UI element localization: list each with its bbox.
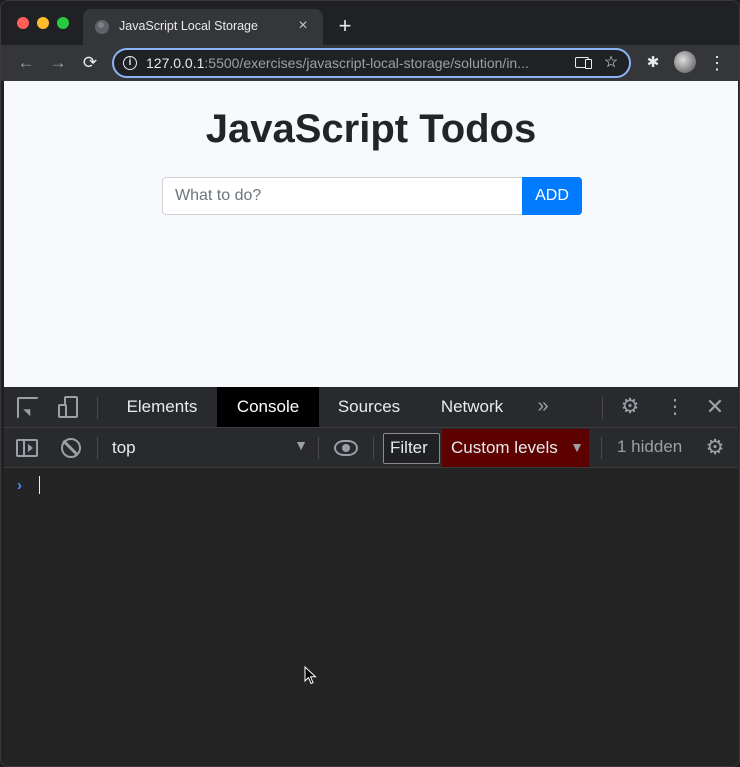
tab-network[interactable]: Network [423,387,521,427]
context-value: top [112,438,136,457]
divider [97,437,98,459]
tab-sources[interactable]: Sources [321,387,417,427]
console-toolbar: top ▼ Filter Custom levels ▼ 1 hidden ⚙ [4,428,738,468]
reload-button[interactable]: ⟳ [78,51,102,75]
tab-close-icon[interactable]: × [293,16,313,36]
device-cast-icon[interactable] [575,57,592,69]
clear-console-icon[interactable] [61,438,81,458]
device-toolbar-icon[interactable] [58,396,80,420]
url-text[interactable]: 127.0.0.1:5500/exercises/javascript-loca… [146,55,561,71]
url-path: :5500/exercises/javascript-local-storage… [204,55,529,71]
tab-title: JavaScript Local Storage [119,19,258,33]
forward-button[interactable]: → [46,51,70,75]
browser-menu-icon[interactable]: ⋮ [707,52,727,74]
web-page: JavaScript Todos ADD [4,81,738,387]
divider [373,437,374,459]
divider [602,397,603,419]
bookmark-star-icon[interactable]: ☆ [602,53,620,73]
more-tabs-chevron-icon[interactable]: » [532,395,554,419]
site-info-icon[interactable]: i [123,56,137,70]
devtools-tab-bar: Elements Console Sources Network » ⚙ ⋮ ✕ [4,387,738,428]
dropdown-arrow-icon: ▼ [570,439,584,455]
todo-input[interactable] [162,177,523,215]
back-button[interactable]: ← [14,51,38,75]
show-sidebar-icon[interactable] [16,439,38,457]
log-levels-dropdown[interactable]: Custom levels ▼ [442,429,589,467]
profile-avatar[interactable] [674,51,696,73]
browser-window: JavaScript Local Storage × + ← → ⟳ i 127… [0,0,740,767]
devtools-panel: Elements Console Sources Network » ⚙ ⋮ ✕… [4,387,738,765]
close-devtools-icon[interactable]: ✕ [703,395,727,419]
inspect-element-icon[interactable] [17,397,39,419]
console-prompt-chevron-icon: › [17,477,22,494]
address-bar[interactable]: i 127.0.0.1:5500/exercises/javascript-lo… [112,48,631,78]
live-expression-eye-icon[interactable] [334,440,358,456]
console-output[interactable]: › [4,469,738,765]
divider [318,437,319,459]
tab-strip: JavaScript Local Storage × + [1,1,739,45]
divider [601,437,602,459]
page-title: JavaScript Todos [205,107,537,151]
text-caret [39,476,40,494]
levels-label: Custom levels [451,438,558,457]
browser-tab[interactable]: JavaScript Local Storage × [83,9,323,45]
devtools-menu-icon[interactable]: ⋮ [665,395,685,419]
hidden-messages-count: 1 hidden [617,437,683,456]
mouse-pointer-icon [304,666,317,685]
extensions-puzzle-icon[interactable]: ✱ [643,53,663,73]
tab-console[interactable]: Console [217,387,319,427]
console-settings-gear-icon[interactable]: ⚙ [703,436,727,460]
globe-icon [95,20,109,34]
divider [97,397,98,419]
browser-toolbar: ← → ⟳ i 127.0.0.1:5500/exercises/javascr… [1,45,739,81]
dropdown-arrow-icon: ▼ [294,437,308,453]
close-window-button[interactable] [17,17,29,29]
maximize-window-button[interactable] [57,17,69,29]
add-button[interactable]: ADD [522,177,582,215]
minimize-window-button[interactable] [37,17,49,29]
settings-gear-icon[interactable]: ⚙ [618,395,642,419]
url-host: 127.0.0.1 [146,55,205,71]
tab-elements[interactable]: Elements [108,387,216,427]
filter-input[interactable]: Filter [383,433,440,464]
context-selector[interactable]: top ▼ [100,434,310,462]
new-tab-button[interactable]: + [333,14,357,38]
